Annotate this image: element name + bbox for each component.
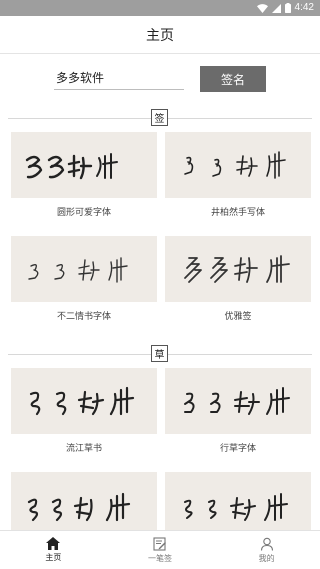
signature-sample-image bbox=[184, 255, 290, 283]
nav-home-label: 主页 bbox=[45, 553, 62, 562]
name-input[interactable] bbox=[54, 66, 184, 90]
section-badge: 草 bbox=[151, 345, 168, 362]
signature-sample-image bbox=[29, 386, 135, 416]
signature-preview bbox=[165, 368, 311, 434]
signature-sample-image bbox=[28, 257, 128, 283]
signature-preview bbox=[165, 236, 311, 302]
signature-sample-image bbox=[27, 492, 131, 522]
bottom-nav: 主页 一笔签 我的 bbox=[0, 530, 320, 569]
style-card-buer-qingshu[interactable]: 不二情书字体 bbox=[11, 236, 157, 340]
style-caption: 圆形可爱字体 bbox=[56, 208, 111, 218]
wifi-icon bbox=[256, 3, 268, 13]
signature-preview bbox=[11, 472, 157, 530]
home-icon bbox=[46, 537, 61, 550]
signature-preview bbox=[165, 132, 311, 198]
signature-sample-image bbox=[25, 153, 118, 180]
style-caption: 不二情书字体 bbox=[56, 312, 111, 322]
edit-note-icon bbox=[153, 536, 166, 551]
style-list[interactable]: 签 圆形可爱字体 井柏然手写体 不二情书字体 优雅签 草 流江草书 行草字体 bbox=[0, 104, 320, 530]
status-icons: 4:42 bbox=[256, 2, 314, 14]
signature-sample-image bbox=[184, 493, 288, 521]
status-bar: 4:42 bbox=[0, 0, 320, 16]
nav-mine[interactable]: 我的 bbox=[213, 531, 320, 569]
nav-one-stroke-label: 一笔签 bbox=[148, 553, 172, 563]
style-card-xingcao[interactable]: 行草字体 bbox=[165, 368, 311, 472]
section-header-sign: 签 bbox=[0, 104, 320, 132]
section-header-cursive: 草 bbox=[0, 340, 320, 368]
style-card-elegant[interactable]: 优雅签 bbox=[165, 236, 311, 340]
clock: 4:42 bbox=[294, 2, 314, 13]
signature-preview bbox=[165, 472, 311, 530]
style-card-cursive-4[interactable] bbox=[165, 472, 311, 530]
style-caption: 行草字体 bbox=[219, 444, 256, 454]
signal-icon bbox=[271, 3, 281, 13]
signature-sample-image bbox=[184, 387, 290, 415]
style-card-round-cute[interactable]: 圆形可爱字体 bbox=[11, 132, 157, 236]
style-card-cursive-3[interactable] bbox=[11, 472, 157, 530]
style-card-liujiang-cursive[interactable]: 流江草书 bbox=[11, 368, 157, 472]
section-badge: 签 bbox=[151, 109, 168, 126]
nav-home[interactable]: 主页 bbox=[0, 531, 107, 569]
app-bar: 主页 bbox=[0, 16, 320, 54]
signature-sample-image bbox=[184, 151, 286, 179]
signature-preview bbox=[11, 236, 157, 302]
battery-icon bbox=[284, 3, 291, 13]
style-caption: 流江草书 bbox=[65, 444, 102, 454]
style-caption: 井柏然手写体 bbox=[210, 208, 265, 218]
style-caption: 优雅签 bbox=[224, 312, 252, 322]
sign-button[interactable]: 签名 bbox=[200, 66, 266, 92]
user-icon bbox=[260, 537, 273, 551]
signature-input-row: 签名 bbox=[0, 54, 320, 104]
style-grid-cursive: 流江草书 行草字体 bbox=[0, 368, 320, 530]
signature-preview bbox=[11, 132, 157, 198]
page-title: 主页 bbox=[146, 27, 174, 44]
style-card-jing-boran[interactable]: 井柏然手写体 bbox=[165, 132, 311, 236]
signature-preview bbox=[11, 368, 157, 434]
style-grid-sign: 圆形可爱字体 井柏然手写体 不二情书字体 优雅签 bbox=[0, 132, 320, 340]
nav-mine-label: 我的 bbox=[258, 553, 275, 563]
nav-one-stroke-sign[interactable]: 一笔签 bbox=[107, 531, 214, 569]
